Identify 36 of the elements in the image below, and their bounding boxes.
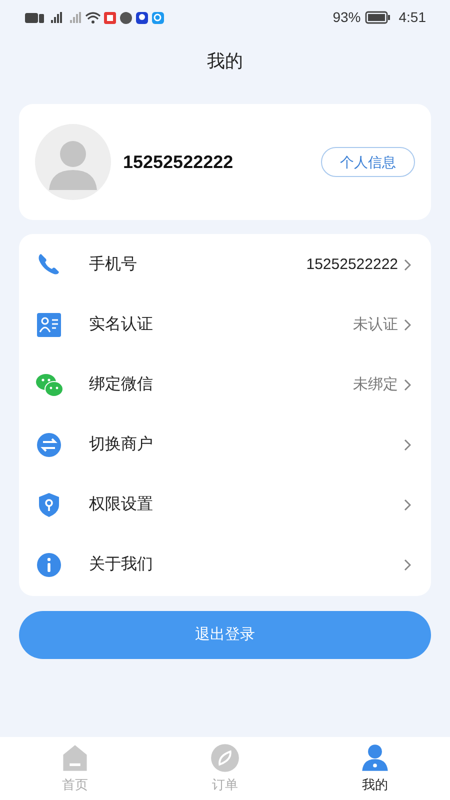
profile-info-button[interactable]: 个人信息 xyxy=(321,147,415,177)
menu-row[interactable]: 绑定微信 未绑定 xyxy=(19,355,431,415)
menu-value: 未绑定 xyxy=(353,374,398,395)
menu-value: 未认证 xyxy=(353,314,398,335)
menu-label: 手机号 xyxy=(89,254,138,275)
menu-label: 实名认证 xyxy=(89,314,154,335)
chevron-right-icon xyxy=(404,439,411,451)
menu-row[interactable]: 权限设置 xyxy=(19,475,431,535)
compass-icon xyxy=(210,743,240,773)
page-title: 我的 xyxy=(207,50,243,72)
chevron-right-icon xyxy=(404,259,411,271)
info-icon xyxy=(35,551,63,579)
battery-icon xyxy=(364,11,391,24)
menu-label: 切换商户 xyxy=(89,434,154,455)
menu-label: 绑定微信 xyxy=(89,374,154,395)
chevron-right-icon xyxy=(404,499,411,511)
menu-label: 权限设置 xyxy=(89,495,154,515)
menu-row[interactable]: 切换商户 xyxy=(19,415,431,475)
chevron-right-icon xyxy=(404,559,411,571)
chevron-right-icon xyxy=(404,319,411,331)
swap-icon xyxy=(35,431,63,459)
phone-number: 15252522222 xyxy=(123,150,234,174)
chevron-right-icon xyxy=(404,379,411,391)
clock: 4:51 xyxy=(398,8,426,27)
chat-bubbles-icon xyxy=(35,371,63,399)
avatar-icon xyxy=(35,124,111,200)
menu-label: 关于我们 xyxy=(89,554,154,575)
id-card-icon xyxy=(35,311,63,339)
menu-row[interactable]: 手机号 15252522222 xyxy=(19,235,431,295)
menu-value: 15252522222 xyxy=(306,254,398,275)
home-icon xyxy=(60,743,90,773)
battery-percent: 93% xyxy=(332,8,361,27)
menu-row[interactable]: 实名认证 未认证 xyxy=(19,295,431,355)
menu-row[interactable]: 关于我们 xyxy=(19,535,431,595)
person-icon xyxy=(360,743,390,773)
tab-button[interactable]: 我的 xyxy=(362,775,388,794)
